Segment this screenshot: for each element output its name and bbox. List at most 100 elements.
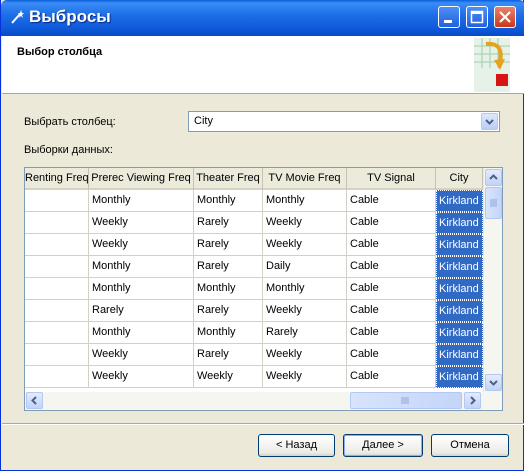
cancel-button[interactable]: Отмена xyxy=(431,434,509,457)
chevron-right-icon xyxy=(470,396,476,405)
table-cell[interactable] xyxy=(25,322,89,344)
table-cell[interactable]: Daily xyxy=(263,256,347,278)
table-cell[interactable]: Monthly xyxy=(89,256,194,278)
table-cell[interactable]: Weekly xyxy=(263,212,347,234)
page-title: Выбор столбца xyxy=(17,46,103,58)
table-cell[interactable] xyxy=(25,300,89,322)
maximize-button[interactable] xyxy=(466,6,488,28)
table-cell[interactable]: Monthly xyxy=(89,278,194,300)
table-row[interactable]: Monthly Monthly Monthly Cable Kirkland xyxy=(25,190,483,212)
table-cell[interactable]: Kirkland xyxy=(436,366,483,388)
table-cell[interactable]: Kirkland xyxy=(436,278,483,300)
table-cell[interactable]: Weekly xyxy=(194,366,263,388)
dropdown-button[interactable] xyxy=(481,113,498,130)
table-cell[interactable]: Monthly xyxy=(263,278,347,300)
table-cell[interactable]: Cable xyxy=(347,212,436,234)
horizontal-scrollbar[interactable] xyxy=(25,392,502,410)
table-cell[interactable]: Monthly xyxy=(89,190,194,212)
table-cell[interactable] xyxy=(25,256,89,278)
table-cell[interactable] xyxy=(25,366,89,388)
table-cell[interactable]: Weekly xyxy=(89,234,194,256)
grip-icon xyxy=(401,397,409,404)
table-cell[interactable]: Weekly xyxy=(263,234,347,256)
table-cell[interactable]: Kirkland xyxy=(436,212,483,234)
table-cell[interactable] xyxy=(25,190,89,212)
maximize-icon xyxy=(470,10,484,24)
table-cell[interactable]: Kirkland xyxy=(436,344,483,366)
table-cell[interactable]: Rarely xyxy=(89,300,194,322)
table-cell[interactable]: Cable xyxy=(347,234,436,256)
table-cell[interactable]: Kirkland xyxy=(436,322,483,344)
column-select-value: City xyxy=(194,115,213,127)
close-icon xyxy=(499,11,511,23)
table-cell[interactable]: Monthly xyxy=(263,190,347,212)
table-cell[interactable] xyxy=(25,212,89,234)
table-cell[interactable]: Cable xyxy=(347,256,436,278)
table-cell[interactable] xyxy=(25,234,89,256)
vertical-scrollbar[interactable] xyxy=(483,168,502,392)
table-cell[interactable]: Kirkland xyxy=(436,256,483,278)
table-cell[interactable]: Cable xyxy=(347,300,436,322)
column-select-dropdown[interactable]: City xyxy=(188,111,500,132)
table-cell[interactable] xyxy=(25,278,89,300)
table-cell[interactable]: Rarely xyxy=(194,212,263,234)
table-cell[interactable]: Weekly xyxy=(89,212,194,234)
table-cell[interactable]: Rarely xyxy=(263,322,347,344)
chevron-down-icon xyxy=(489,380,498,386)
table-row[interactable]: Weekly Rarely Weekly Cable Kirkland xyxy=(25,212,483,234)
scroll-right-button[interactable] xyxy=(464,392,481,409)
table-row[interactable]: Weekly Weekly Weekly Cable Kirkland xyxy=(25,366,483,388)
close-button[interactable] xyxy=(494,6,516,28)
table-row[interactable]: Monthly Monthly Monthly Cable Kirkland xyxy=(25,278,483,300)
table-row[interactable]: Rarely Rarely Weekly Cable Kirkland xyxy=(25,300,483,322)
table-cell[interactable]: Cable xyxy=(347,278,436,300)
scroll-down-button[interactable] xyxy=(485,374,502,391)
window-title: Выбросы xyxy=(29,7,111,26)
minimize-button[interactable] xyxy=(438,6,460,28)
scroll-left-button[interactable] xyxy=(26,392,43,409)
table-row[interactable]: Weekly Rarely Weekly Cable Kirkland xyxy=(25,344,483,366)
table-cell[interactable]: Rarely xyxy=(194,234,263,256)
title-bar[interactable]: Выбросы xyxy=(1,0,524,36)
column-header[interactable]: TV Signal xyxy=(347,168,436,190)
table-cell[interactable]: Weekly xyxy=(263,344,347,366)
chevron-up-icon xyxy=(489,174,498,180)
table-cell[interactable]: Rarely xyxy=(194,300,263,322)
table-cell[interactable]: Cable xyxy=(347,366,436,388)
table-cell[interactable]: Weekly xyxy=(89,366,194,388)
header-panel: Выбор столбца xyxy=(2,36,524,94)
table-cell[interactable]: Rarely xyxy=(194,344,263,366)
scroll-up-button[interactable] xyxy=(485,169,502,186)
table-cell[interactable]: Rarely xyxy=(194,256,263,278)
table-row[interactable]: Monthly Rarely Daily Cable Kirkland xyxy=(25,256,483,278)
table-cell[interactable] xyxy=(25,344,89,366)
table-cell[interactable]: Weekly xyxy=(89,344,194,366)
table-cell[interactable]: Monthly xyxy=(194,322,263,344)
table-cell[interactable]: Cable xyxy=(347,344,436,366)
column-header[interactable]: Prerec Viewing Freq xyxy=(89,168,194,190)
grid-body: Monthly Monthly Monthly Cable Kirkland Weekly… xyxy=(25,190,483,388)
wizard-window: Выбросы Выбор столбца Выбрать столбец: C… xyxy=(0,0,524,471)
back-button[interactable]: < Назад xyxy=(258,434,335,457)
column-header[interactable]: TV Movie Freq xyxy=(263,168,347,190)
table-cell[interactable]: Monthly xyxy=(194,278,263,300)
table-cell[interactable]: Weekly xyxy=(263,366,347,388)
column-header[interactable]: Renting Freq xyxy=(25,168,89,190)
horizontal-scroll-thumb[interactable] xyxy=(350,392,462,409)
table-cell[interactable]: Kirkland xyxy=(436,234,483,256)
table-cell[interactable]: Monthly xyxy=(194,190,263,212)
table-cell[interactable]: Cable xyxy=(347,322,436,344)
table-cell[interactable]: Kirkland xyxy=(436,190,483,212)
column-header[interactable]: Theater Freq xyxy=(194,168,263,190)
data-samples-grid[interactable]: Renting Freq Prerec Viewing Freq Theater… xyxy=(24,167,503,411)
column-header[interactable]: City xyxy=(436,168,483,190)
table-row[interactable]: Monthly Monthly Rarely Cable Kirkland xyxy=(25,322,483,344)
table-cell[interactable]: Kirkland xyxy=(436,300,483,322)
table-cell[interactable]: Monthly xyxy=(89,322,194,344)
next-button[interactable]: Далее > xyxy=(343,434,423,457)
wizard-wand-icon xyxy=(11,10,24,24)
table-cell[interactable]: Cable xyxy=(347,190,436,212)
vertical-scroll-thumb[interactable] xyxy=(485,187,502,219)
table-cell[interactable]: Weekly xyxy=(263,300,347,322)
table-row[interactable]: Weekly Rarely Weekly Cable Kirkland xyxy=(25,234,483,256)
